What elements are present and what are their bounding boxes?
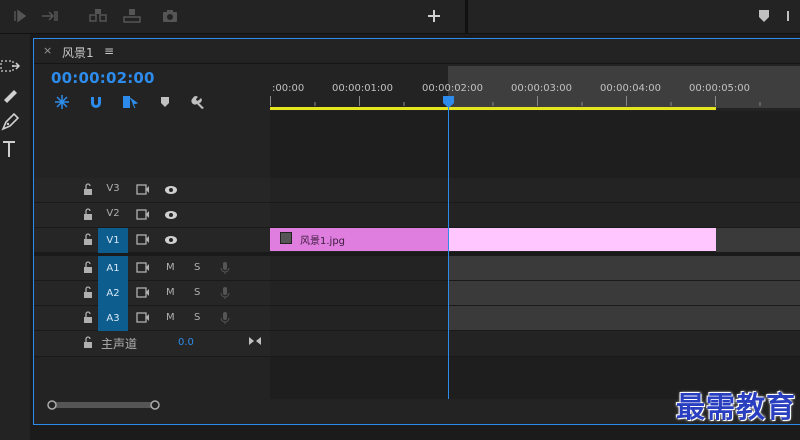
solo-button[interactable]: S bbox=[194, 312, 200, 323]
lock-icon[interactable] bbox=[81, 183, 95, 197]
film-icon[interactable] bbox=[136, 261, 150, 275]
film-icon[interactable] bbox=[136, 286, 150, 300]
type-icon[interactable] bbox=[0, 138, 22, 160]
wrench-icon[interactable] bbox=[190, 94, 206, 110]
go-to-edge-icon[interactable] bbox=[248, 334, 262, 348]
lift-icon[interactable] bbox=[88, 7, 108, 25]
track-v1-empty bbox=[716, 228, 800, 252]
track-header-master: 主声道 0.0 bbox=[34, 331, 270, 357]
razor-icon[interactable] bbox=[0, 84, 22, 106]
playhead-line[interactable] bbox=[448, 103, 449, 399]
timeline-tab-row: × 风景1 ≡ bbox=[34, 39, 800, 64]
nest-sequence-icon[interactable] bbox=[54, 94, 70, 110]
magnet-icon[interactable] bbox=[88, 94, 104, 110]
track-a1-out-region bbox=[448, 256, 800, 280]
track-lane-v2[interactable] bbox=[270, 203, 800, 228]
linked-selection-icon[interactable] bbox=[122, 94, 138, 110]
close-tab-icon[interactable]: × bbox=[43, 44, 52, 57]
track-header-v3: V3 bbox=[34, 178, 270, 203]
mic-icon[interactable] bbox=[218, 286, 232, 300]
film-icon[interactable] bbox=[136, 208, 150, 222]
clip-name: 风景1.jpg bbox=[300, 236, 346, 247]
ruler-tick-label: 00:00:02:00 bbox=[422, 83, 484, 94]
ruler-ticks bbox=[270, 96, 761, 106]
watermark: 最需教育 bbox=[675, 390, 796, 424]
lock-icon[interactable] bbox=[81, 208, 95, 222]
master-volume-value[interactable]: 0.0 bbox=[178, 337, 194, 348]
mute-button[interactable]: M bbox=[166, 287, 175, 298]
ruler-tick-label: 00:00:04:00 bbox=[600, 83, 662, 94]
extract-icon[interactable] bbox=[122, 7, 142, 25]
clip-body[interactable] bbox=[448, 228, 716, 251]
track-header-a2: A2 M S bbox=[34, 281, 270, 306]
track-header-v2: V2 bbox=[34, 203, 270, 228]
track-a3-out-region bbox=[448, 306, 800, 330]
marker-icon[interactable] bbox=[754, 7, 774, 25]
lock-icon[interactable] bbox=[81, 311, 95, 325]
ruler-tick-label: :00:00 bbox=[272, 83, 305, 94]
add-marker-icon[interactable] bbox=[158, 94, 172, 110]
play-in-to-out-icon[interactable] bbox=[10, 7, 30, 25]
lock-icon[interactable] bbox=[81, 336, 95, 350]
source-patch-a2[interactable]: A2 bbox=[98, 281, 128, 306]
lock-icon[interactable] bbox=[81, 286, 95, 300]
track-header-v1: V1 bbox=[34, 228, 270, 253]
source-patch-a1[interactable]: A1 bbox=[98, 256, 128, 281]
panel-divider bbox=[465, 0, 468, 33]
track-lane-v3[interactable] bbox=[270, 178, 800, 203]
more-icon[interactable] bbox=[784, 7, 800, 25]
panel-menu-icon[interactable]: ≡ bbox=[104, 44, 114, 58]
fx-badge-icon bbox=[280, 232, 292, 244]
lock-icon[interactable] bbox=[81, 261, 95, 275]
track-a2-out-region bbox=[448, 281, 800, 305]
pen-icon[interactable] bbox=[0, 110, 22, 132]
mic-icon[interactable] bbox=[218, 311, 232, 325]
film-icon[interactable] bbox=[136, 311, 150, 325]
source-patch-a3[interactable]: A3 bbox=[98, 306, 128, 331]
ruler-tick-label: 00:00:03:00 bbox=[511, 83, 573, 94]
track-header-a3: A3 M S bbox=[34, 306, 270, 331]
eye-icon[interactable] bbox=[164, 233, 178, 247]
mute-button[interactable]: M bbox=[166, 262, 175, 273]
track-header-a1: A1 M S bbox=[34, 256, 270, 281]
insert-icon[interactable] bbox=[40, 7, 60, 25]
film-icon[interactable] bbox=[136, 183, 150, 197]
ruler-tick-label: 00:00:05:00 bbox=[689, 83, 751, 94]
eye-icon[interactable] bbox=[164, 183, 178, 197]
camera-icon[interactable] bbox=[160, 7, 180, 25]
lock-icon[interactable] bbox=[81, 233, 95, 247]
mic-icon[interactable] bbox=[218, 261, 232, 275]
sequence-tab-title[interactable]: 风景1 bbox=[62, 44, 94, 61]
ruler-tick-label: 00:00:01:00 bbox=[332, 83, 394, 94]
eye-icon[interactable] bbox=[164, 208, 178, 222]
top-toolbar bbox=[0, 0, 800, 34]
clip-selected-part[interactable] bbox=[270, 228, 448, 251]
track-lane-master[interactable] bbox=[270, 331, 800, 357]
track-select-icon[interactable] bbox=[0, 56, 22, 78]
work-area-bar[interactable] bbox=[270, 107, 716, 110]
solo-button[interactable]: S bbox=[194, 287, 200, 298]
playhead-handle[interactable] bbox=[443, 96, 454, 108]
solo-button[interactable]: S bbox=[194, 262, 200, 273]
plus-icon[interactable] bbox=[424, 7, 444, 25]
film-icon[interactable] bbox=[136, 233, 150, 247]
tools-panel bbox=[0, 34, 30, 440]
playhead-timecode[interactable]: 00:00:02:00 bbox=[51, 69, 155, 87]
mute-button[interactable]: M bbox=[166, 312, 175, 323]
master-track-label: 主声道 bbox=[101, 337, 138, 351]
source-patch-v1[interactable]: V1 bbox=[98, 228, 128, 253]
